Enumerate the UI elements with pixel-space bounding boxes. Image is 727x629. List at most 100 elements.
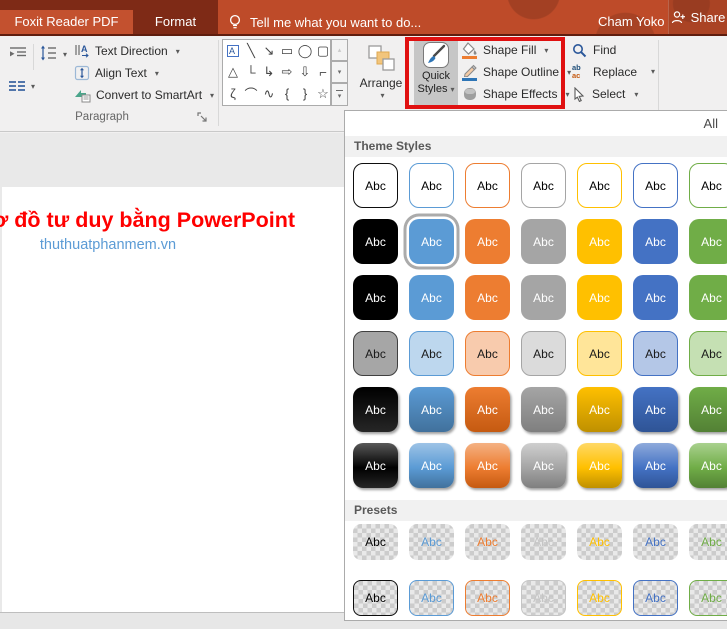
style-swatch[interactable]: Abc [689,275,727,320]
columns-icon[interactable] [8,80,26,93]
style-swatch[interactable]: Abc [409,163,454,208]
shape-glyph-1-3[interactable]: ⇨ [278,62,296,84]
shape-glyph-2-0[interactable]: ζ [224,83,242,105]
style-swatch[interactable]: Abc [689,524,727,560]
shape-glyph-0-4[interactable]: ◯ [296,40,314,62]
shape-glyph-1-4[interactable]: ⇩ [296,62,314,84]
text-direction-button[interactable]: A Text Direction ▾ [74,41,180,61]
style-swatch[interactable]: Abc [409,331,454,376]
shape-glyph-0-2[interactable]: ↘ [260,40,278,62]
style-swatch[interactable]: Abc [577,524,622,560]
style-swatch[interactable]: Abc [409,443,454,488]
tellme-box[interactable]: Tell me what you want to do... [228,10,421,34]
style-swatch[interactable]: Abc [465,580,510,616]
style-swatch[interactable]: Abc [465,219,510,264]
shapes-scroll-down-button[interactable]: ▾ [331,61,348,83]
style-swatch[interactable]: Abc [409,580,454,616]
share-button[interactable]: Share [668,0,727,34]
style-swatch[interactable]: Abc [577,387,622,432]
shape-glyph-1-1[interactable]: └ [242,62,260,84]
ribbon-tab-foxit[interactable]: Foxit Reader PDF [0,10,133,34]
shape-glyph-1-0[interactable]: △ [224,62,242,84]
style-swatch[interactable]: Abc [577,331,622,376]
dropdown-arrow-icon[interactable]: ▾ [31,82,35,91]
arrange-button[interactable]: Arrange ▾ [354,39,408,109]
style-swatch[interactable]: Abc [633,163,678,208]
ribbon-tab-format[interactable]: Format [133,0,218,34]
style-swatch[interactable]: Abc [633,387,678,432]
style-swatch[interactable]: Abc [689,580,727,616]
style-swatch[interactable]: Abc [577,580,622,616]
style-swatch[interactable]: Abc [465,443,510,488]
theme-style-row: Abc Abc Abc Abc Abc Abc Abc [353,275,727,320]
shape-glyph-0-1[interactable]: ╲ [242,40,260,62]
style-swatch[interactable]: Abc [465,387,510,432]
style-swatch[interactable]: Abc [633,443,678,488]
line-spacing-icon[interactable] [40,45,57,61]
shape-glyph-2-5[interactable]: ☆ [314,83,332,105]
style-swatch[interactable]: Abc [633,331,678,376]
style-swatch[interactable]: Abc [633,580,678,616]
slide-title[interactable]: ơ đồ tư duy bằng PowerPoint [0,208,295,233]
style-swatch[interactable]: Abc [353,580,398,616]
shape-glyph-0-5[interactable]: ▢ [314,40,332,62]
style-swatch[interactable]: Abc [521,275,566,320]
shape-glyph-2-3[interactable]: { [278,83,296,105]
shape-glyph-1-5[interactable]: ⌐ [314,62,332,84]
style-swatch[interactable]: Abc [353,443,398,488]
paragraph-dialog-launcher-icon[interactable] [197,112,210,125]
style-swatch[interactable]: Abc [521,387,566,432]
style-swatch[interactable]: Abc [521,580,566,616]
style-swatch[interactable]: Abc [465,275,510,320]
convert-smartart-button[interactable]: Convert to SmartArt ▾ [74,85,214,105]
style-swatch[interactable]: Abc [521,163,566,208]
style-swatch[interactable]: Abc [577,275,622,320]
style-swatch[interactable]: Abc [409,387,454,432]
user-name[interactable]: Cham Yoko [598,10,665,34]
style-swatch[interactable]: Abc [465,163,510,208]
style-swatch[interactable]: Abc [465,331,510,376]
style-swatch[interactable]: Abc [409,219,454,264]
style-swatch[interactable]: Abc [577,163,622,208]
style-swatch[interactable]: Abc [633,275,678,320]
replace-dropdown-arrow-icon[interactable]: ▾ [651,67,655,76]
style-swatch[interactable]: Abc [689,443,727,488]
shape-glyph-2-4[interactable]: } [296,83,314,105]
style-swatch[interactable]: Abc [521,331,566,376]
replace-button[interactable]: ab ac Replace [572,63,637,81]
gallery-all-label[interactable]: All [704,116,718,131]
dropdown-arrow-icon[interactable]: ▾ [63,50,67,59]
style-swatch[interactable]: Abc [633,524,678,560]
find-button[interactable]: Find [572,41,616,59]
style-swatch[interactable]: Abc [409,275,454,320]
style-swatch[interactable]: Abc [521,443,566,488]
indent-icon[interactable] [9,46,27,60]
style-swatch[interactable]: Abc [521,219,566,264]
align-text-button[interactable]: Align Text ▾ [74,63,159,83]
style-swatch[interactable]: Abc [689,163,727,208]
style-swatch[interactable]: Abc [633,219,678,264]
shape-glyph-1-2[interactable]: ↳ [260,62,278,84]
style-swatch[interactable]: Abc [353,331,398,376]
style-swatch[interactable]: Abc [689,219,727,264]
style-swatch[interactable]: Abc [689,387,727,432]
shape-glyph-2-1[interactable]: ⌒ [242,83,260,105]
style-swatch[interactable]: Abc [353,387,398,432]
style-swatch[interactable]: Abc [521,524,566,560]
shape-glyph-0-3[interactable]: ▭ [278,40,296,62]
style-swatch[interactable]: Abc [689,331,727,376]
style-swatch[interactable]: Abc [577,219,622,264]
style-swatch[interactable]: Abc [353,219,398,264]
shapes-scroll-up-button[interactable]: ▴ [331,39,348,61]
shape-glyph-2-2[interactable]: ∿ [260,83,278,105]
select-button[interactable]: Select ▾ [572,85,638,103]
style-swatch[interactable]: Abc [353,524,398,560]
style-swatch[interactable]: Abc [353,163,398,208]
shape-glyph-0-0[interactable]: A [224,40,242,62]
style-swatch[interactable]: Abc [353,275,398,320]
style-swatch[interactable]: Abc [465,524,510,560]
shapes-more-button[interactable]: ▾ [331,83,348,106]
style-swatch[interactable]: Abc [577,443,622,488]
slide-link[interactable]: thuthuatphanmem.vn [26,237,190,253]
style-swatch[interactable]: Abc [409,524,454,560]
